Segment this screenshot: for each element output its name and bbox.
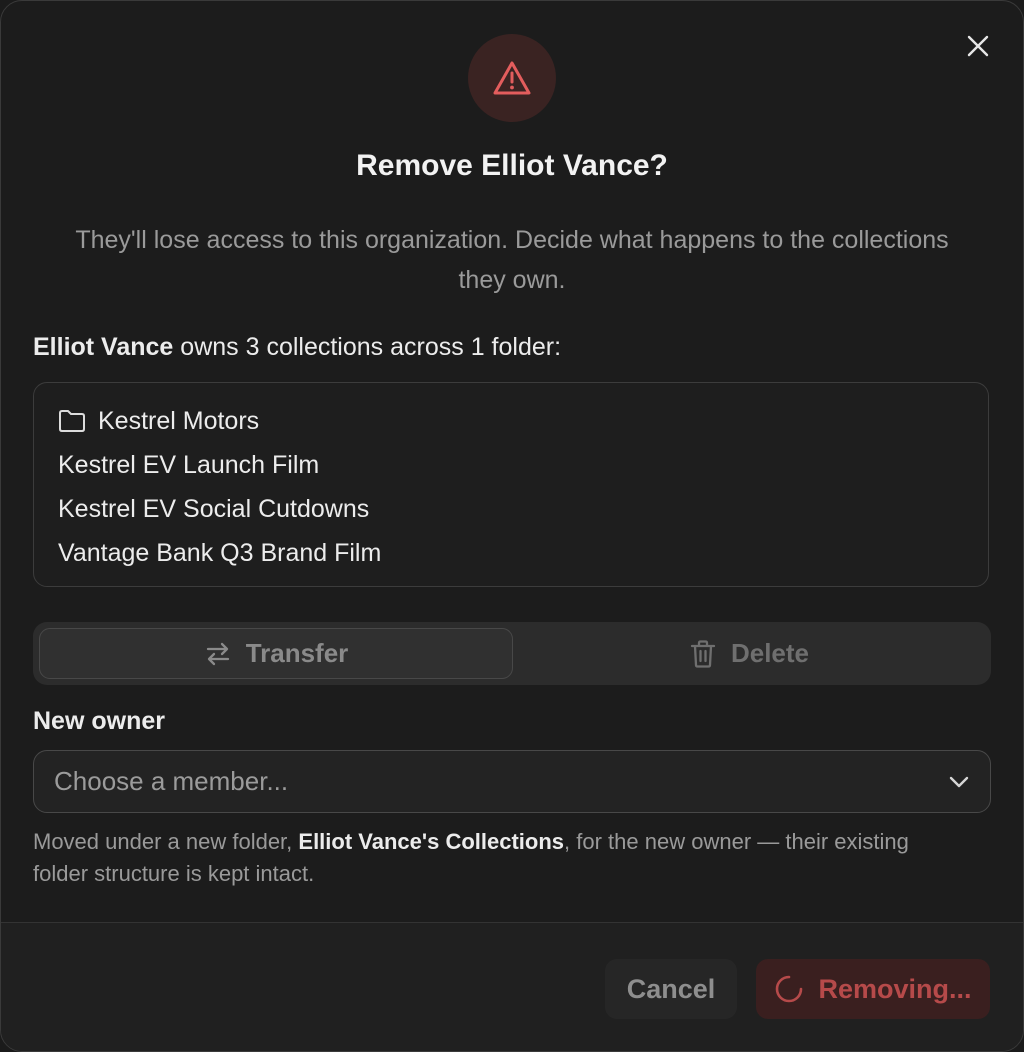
transfer-label: Transfer	[245, 638, 349, 668]
folder-item: Kestrel Motors	[58, 403, 964, 447]
delete-option[interactable]: Delete	[513, 628, 985, 679]
dialog-subtitle: They'll lose access to this organization…	[75, 226, 949, 294]
new-owner-placeholder: Choose a member...	[54, 766, 289, 796]
action-toggle: Transfer Delete	[33, 622, 991, 685]
remove-button[interactable]: Removing...	[756, 959, 990, 1019]
transfer-arrows-icon	[206, 642, 229, 665]
cancel-button[interactable]: Cancel	[605, 959, 737, 1019]
remove-member-dialog: Remove Elliot Vance? They'll lose access…	[0, 0, 1024, 1052]
dialog-footer: Cancel Removing...	[1, 922, 1023, 1051]
warning-triangle-icon	[493, 61, 531, 95]
folder-icon	[58, 403, 86, 439]
hint-folder-name: Elliot Vance's Collections	[298, 829, 565, 854]
delete-label: Delete	[730, 638, 810, 668]
warning-badge	[468, 34, 556, 122]
close-icon	[967, 35, 989, 57]
transfer-hint: Moved under a new folder, Elliot Vance's…	[33, 826, 963, 890]
ownership-summary: Elliot Vance owns 3 collections across 1…	[33, 333, 561, 362]
spinner-icon	[776, 975, 803, 1003]
new-owner-label: New owner	[33, 707, 165, 735]
chevron-down-icon	[949, 776, 969, 787]
ownership-count-text: owns 3 collections across 1 folder:	[173, 333, 562, 361]
hint-prefix: Moved under a new folder,	[33, 829, 299, 854]
collections-list: Kestrel Motors Kestrel EV Launch Film Ke…	[33, 382, 989, 587]
transfer-option[interactable]: Transfer	[39, 628, 513, 679]
close-button[interactable]	[963, 31, 993, 61]
trash-icon	[690, 639, 716, 668]
dialog-title: Remove Elliot Vance?	[356, 149, 668, 182]
list-item: Kestrel EV Social Cutdowns	[58, 495, 370, 523]
folder-name: Kestrel Motors	[98, 407, 260, 435]
new-owner-select[interactable]: Choose a member...	[33, 750, 991, 813]
remove-label: Removing...	[818, 973, 972, 1004]
list-item: Kestrel EV Launch Film	[58, 451, 320, 479]
member-name: Elliot Vance	[33, 333, 174, 361]
list-item: Vantage Bank Q3 Brand Film	[58, 539, 382, 567]
